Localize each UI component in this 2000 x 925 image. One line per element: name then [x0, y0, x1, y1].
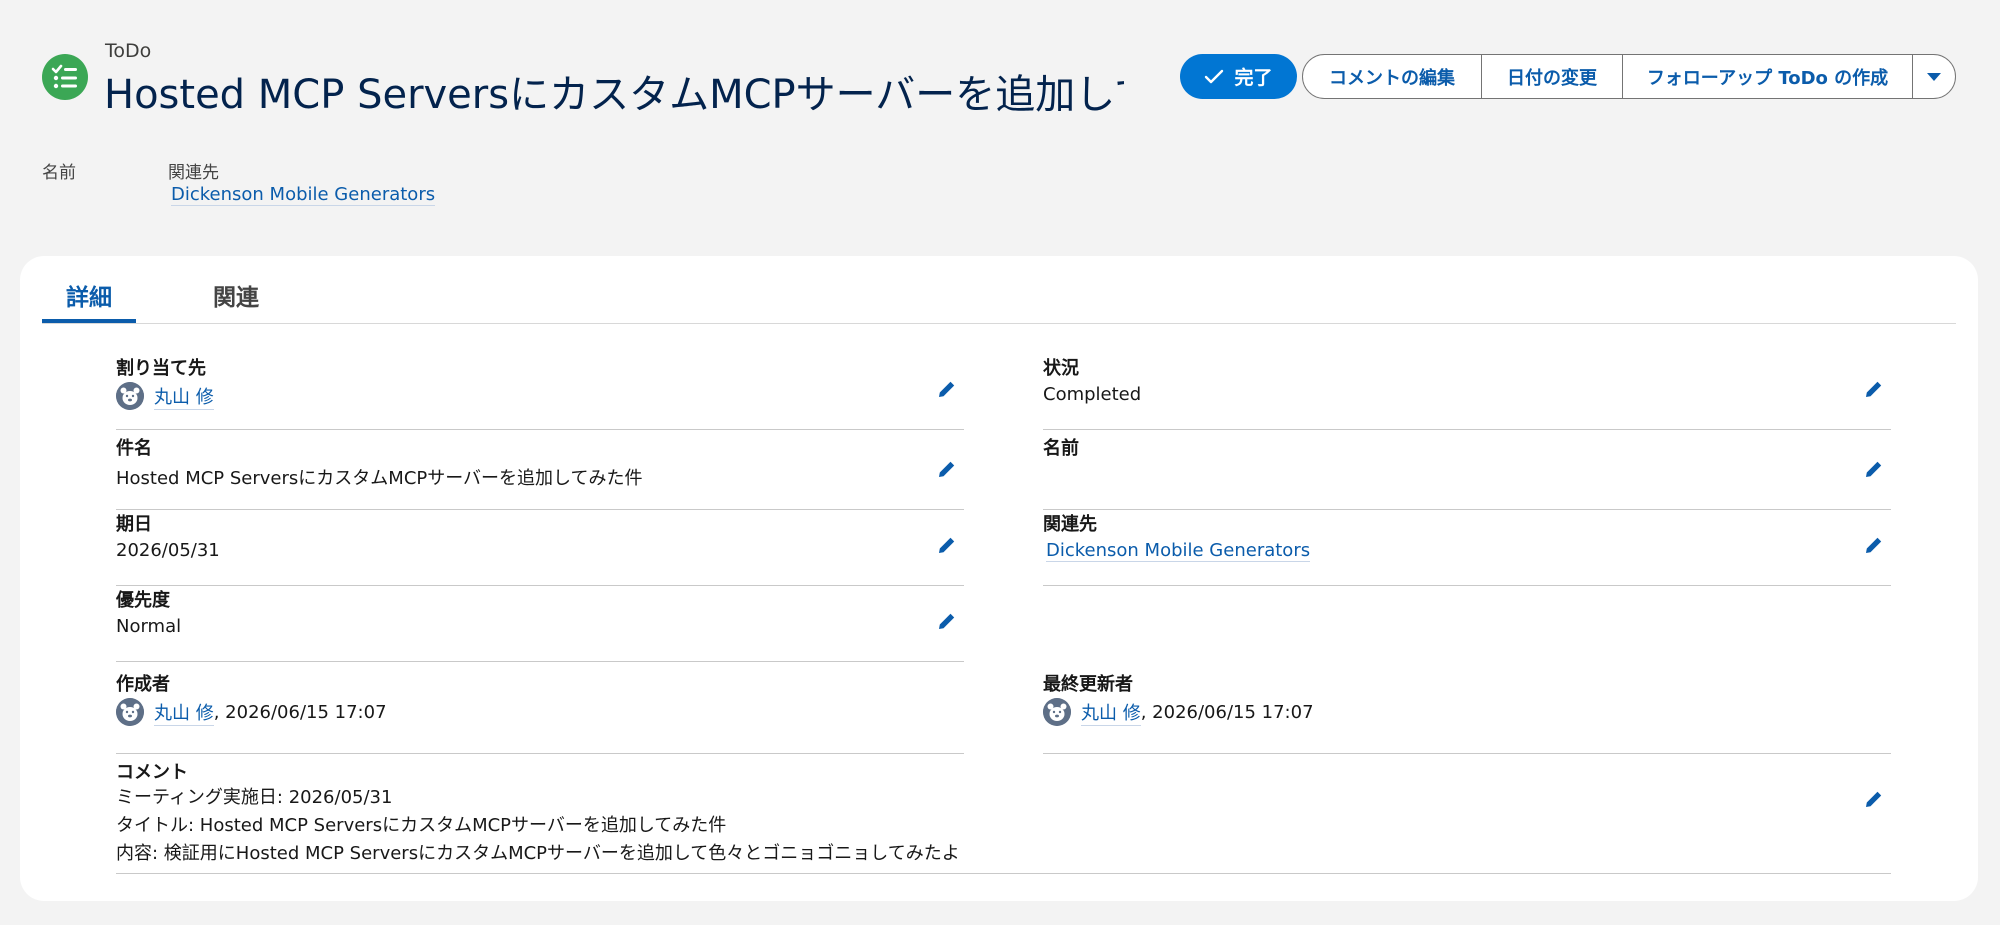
field-label: 期日	[116, 514, 152, 535]
pencil-icon[interactable]	[936, 610, 958, 632]
more-actions-button[interactable]	[1912, 55, 1955, 98]
highlight-related-label: 関連先	[168, 163, 219, 183]
field-label: コメント	[116, 762, 188, 783]
status-value: Completed	[1043, 384, 1142, 405]
avatar	[116, 698, 144, 726]
complete-button-label: 完了	[1234, 67, 1273, 89]
details-card: 詳細 関連 割り当て先 丸山 修 状況 Completed 件名 Hosted …	[20, 256, 1978, 901]
pencil-icon[interactable]	[1863, 534, 1885, 556]
comment-line: タイトル: Hosted MCP ServersにカスタムMCPサーバーを追加し…	[116, 815, 727, 836]
field-name: 名前	[1043, 434, 1891, 510]
avatar	[116, 382, 144, 410]
related-to-link[interactable]: Dickenson Mobile Generators	[1046, 540, 1311, 562]
comments-value: ミーティング実施日: 2026/05/31 タイトル: Hosted MCP S…	[116, 784, 960, 868]
last-modified-datetime: , 2026/06/15 17:07	[1140, 701, 1314, 723]
pencil-icon[interactable]	[1863, 458, 1885, 480]
pencil-icon[interactable]	[1863, 378, 1885, 400]
avatar	[1043, 698, 1071, 726]
field-comments: コメント ミーティング実施日: 2026/05/31 タイトル: Hosted …	[116, 758, 1891, 874]
tab-details[interactable]: 詳細	[66, 278, 112, 312]
checkmark-icon	[1205, 69, 1224, 83]
field-status: 状況 Completed	[1043, 354, 1891, 430]
last-modified-user-link[interactable]: 丸山 修	[1081, 699, 1141, 726]
tab-bar: 詳細 関連	[42, 256, 1956, 324]
field-priority: 優先度 Normal	[116, 586, 964, 662]
pencil-icon[interactable]	[936, 378, 958, 400]
field-label: 関連先	[1043, 514, 1097, 535]
created-datetime: , 2026/06/15 17:07	[213, 701, 387, 723]
field-related-to: 関連先 Dickenson Mobile Generators	[1043, 510, 1891, 586]
highlight-name-label: 名前	[42, 163, 76, 183]
field-label: 最終更新者	[1043, 674, 1133, 695]
field-label: 割り当て先	[116, 358, 206, 379]
field-label: 優先度	[116, 590, 170, 611]
pencil-icon[interactable]	[1863, 788, 1885, 810]
field-label: 作成者	[116, 674, 170, 695]
field-label: 状況	[1043, 358, 1079, 379]
field-assigned-to: 割り当て先 丸山 修	[116, 354, 964, 430]
field-label: 名前	[1043, 438, 1079, 459]
field-subject: 件名 Hosted MCP ServersにカスタムMCPサーバーを追加してみた…	[116, 434, 964, 510]
priority-value: Normal	[116, 616, 182, 637]
field-last-modified-by: 最終更新者 丸山 修 , 2026/06/15 17:07	[1043, 670, 1891, 754]
pencil-icon[interactable]	[936, 458, 958, 480]
subject-value: Hosted MCP ServersにカスタムMCPサーバーを追加してみた件	[116, 468, 643, 489]
highlight-related-link[interactable]: Dickenson Mobile Generators	[171, 184, 436, 206]
created-by-user-link[interactable]: 丸山 修	[154, 699, 214, 726]
comment-line: 内容: 検証用にHosted MCP ServersにカスタムMCPサーバーを追…	[116, 843, 960, 864]
page-title: Hosted MCP ServersにカスタムMCPサーバーを追加して…	[104, 72, 1124, 118]
pencil-icon[interactable]	[936, 534, 958, 556]
due-date-value: 2026/05/31	[116, 540, 220, 561]
field-created-by: 作成者 丸山 修 , 2026/06/15 17:07	[116, 670, 964, 754]
task-checklist-icon	[42, 54, 88, 100]
tab-related[interactable]: 関連	[213, 278, 259, 312]
comment-line: ミーティング実施日: 2026/05/31	[116, 787, 393, 808]
complete-button[interactable]: 完了	[1180, 54, 1297, 99]
object-type-label: ToDo	[105, 40, 152, 62]
chevron-down-icon	[1927, 72, 1941, 81]
field-due-date: 期日 2026/05/31	[116, 510, 964, 586]
edit-comment-button[interactable]: コメントの編集	[1303, 55, 1481, 98]
create-followup-todo-button[interactable]: フォローアップ ToDo の作成	[1622, 55, 1912, 98]
field-label: 件名	[116, 438, 152, 459]
change-date-button[interactable]: 日付の変更	[1481, 55, 1622, 98]
active-tab-indicator	[42, 319, 136, 323]
action-button-group: コメントの編集 日付の変更 フォローアップ ToDo の作成	[1302, 54, 1956, 99]
assigned-user-link[interactable]: 丸山 修	[154, 383, 214, 410]
